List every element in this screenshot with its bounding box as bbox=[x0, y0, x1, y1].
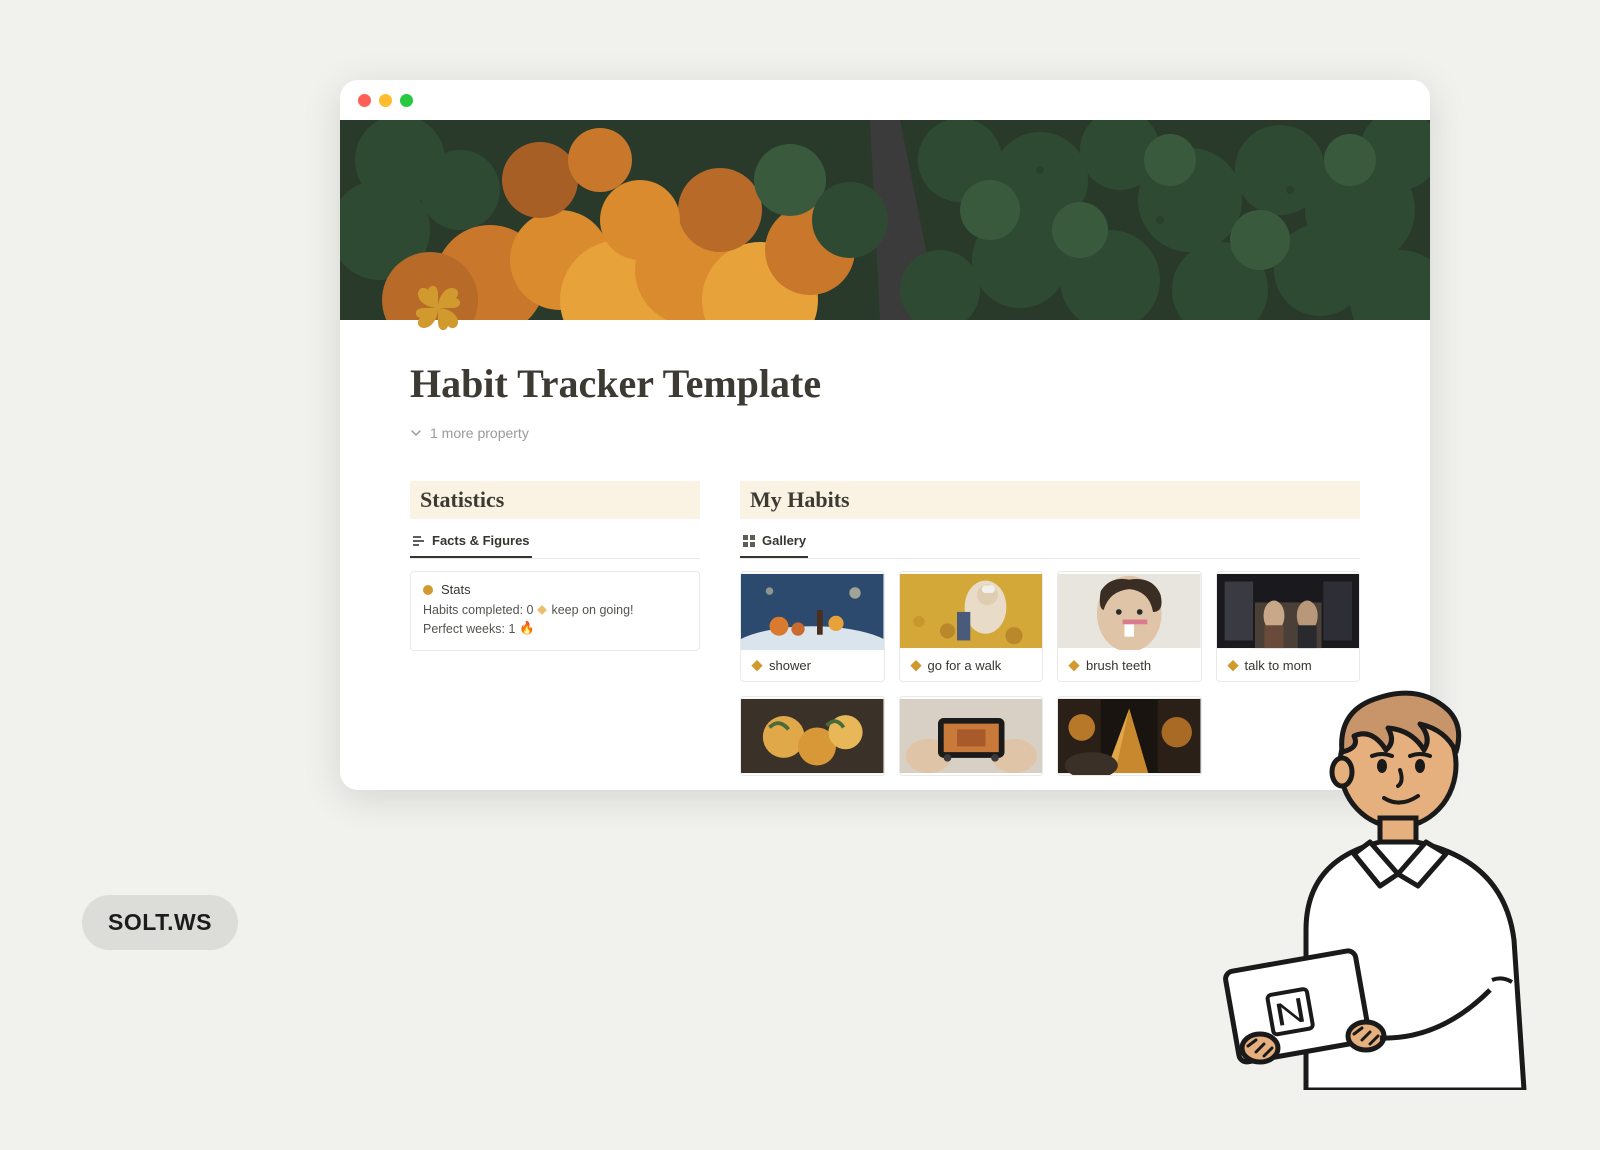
habit-card[interactable] bbox=[899, 696, 1044, 776]
watermark-text: SOLT.WS bbox=[108, 909, 212, 935]
bullet-icon bbox=[423, 585, 433, 595]
more-properties-label: 1 more property bbox=[430, 425, 529, 441]
window-maximize-icon[interactable] bbox=[400, 94, 413, 107]
card-label: go for a walk bbox=[928, 658, 1002, 673]
habit-card[interactable] bbox=[740, 696, 885, 776]
statistics-column: Statistics Facts & Figures Stats bbox=[410, 481, 700, 651]
page-cover-image[interactable] bbox=[340, 120, 1430, 320]
card-thumbnail bbox=[1058, 572, 1201, 650]
stats-card[interactable]: Stats Habits completed: 0 keep on going!… bbox=[410, 571, 700, 651]
tab-facts-figures[interactable]: Facts & Figures bbox=[410, 527, 532, 558]
timeline-icon bbox=[412, 534, 426, 548]
page-title[interactable]: Habit Tracker Template bbox=[410, 360, 1360, 407]
statistics-view-tabs: Facts & Figures bbox=[410, 527, 700, 559]
card-label: brush teeth bbox=[1086, 658, 1151, 673]
gallery-icon bbox=[742, 534, 756, 548]
habit-card[interactable]: talk to mom bbox=[1216, 571, 1361, 682]
card-thumbnail bbox=[741, 572, 884, 650]
window-close-icon[interactable] bbox=[358, 94, 371, 107]
card-thumbnail bbox=[741, 697, 884, 775]
card-thumbnail bbox=[1058, 697, 1201, 775]
diamond-icon bbox=[751, 660, 763, 672]
card-thumbnail bbox=[900, 572, 1043, 650]
diamond-icon bbox=[1068, 660, 1080, 672]
tab-gallery[interactable]: Gallery bbox=[740, 527, 808, 558]
habits-header: My Habits bbox=[740, 481, 1360, 519]
card-label: shower bbox=[769, 658, 811, 673]
watermark-badge: SOLT.WS bbox=[82, 895, 238, 950]
character-illustration bbox=[1220, 670, 1560, 1090]
window-minimize-icon[interactable] bbox=[379, 94, 392, 107]
card-thumbnail bbox=[900, 697, 1043, 775]
page-icon[interactable] bbox=[410, 280, 466, 336]
stats-card-title: Stats bbox=[441, 582, 471, 597]
habit-card[interactable]: shower bbox=[740, 571, 885, 682]
stats-card-title-row: Stats bbox=[423, 582, 687, 597]
stats-line-1: Habits completed: 0 keep on going! bbox=[423, 603, 687, 617]
habits-view-tabs: Gallery bbox=[740, 527, 1360, 559]
stats-line-2: Perfect weeks: 1 🔥 bbox=[423, 621, 687, 636]
diamond-icon bbox=[537, 605, 547, 615]
habit-card[interactable]: brush teeth bbox=[1057, 571, 1202, 682]
more-properties-toggle[interactable]: 1 more property bbox=[410, 425, 1360, 441]
tab-label: Gallery bbox=[762, 533, 806, 548]
fire-icon: 🔥 bbox=[519, 621, 535, 636]
habit-card[interactable]: go for a walk bbox=[899, 571, 1044, 682]
tab-label: Facts & Figures bbox=[432, 533, 530, 548]
card-thumbnail bbox=[1217, 572, 1360, 650]
chevron-down-icon bbox=[410, 427, 422, 439]
window-titlebar bbox=[340, 80, 1430, 120]
statistics-header: Statistics bbox=[410, 481, 700, 519]
habit-card[interactable] bbox=[1057, 696, 1202, 776]
diamond-icon bbox=[910, 660, 922, 672]
